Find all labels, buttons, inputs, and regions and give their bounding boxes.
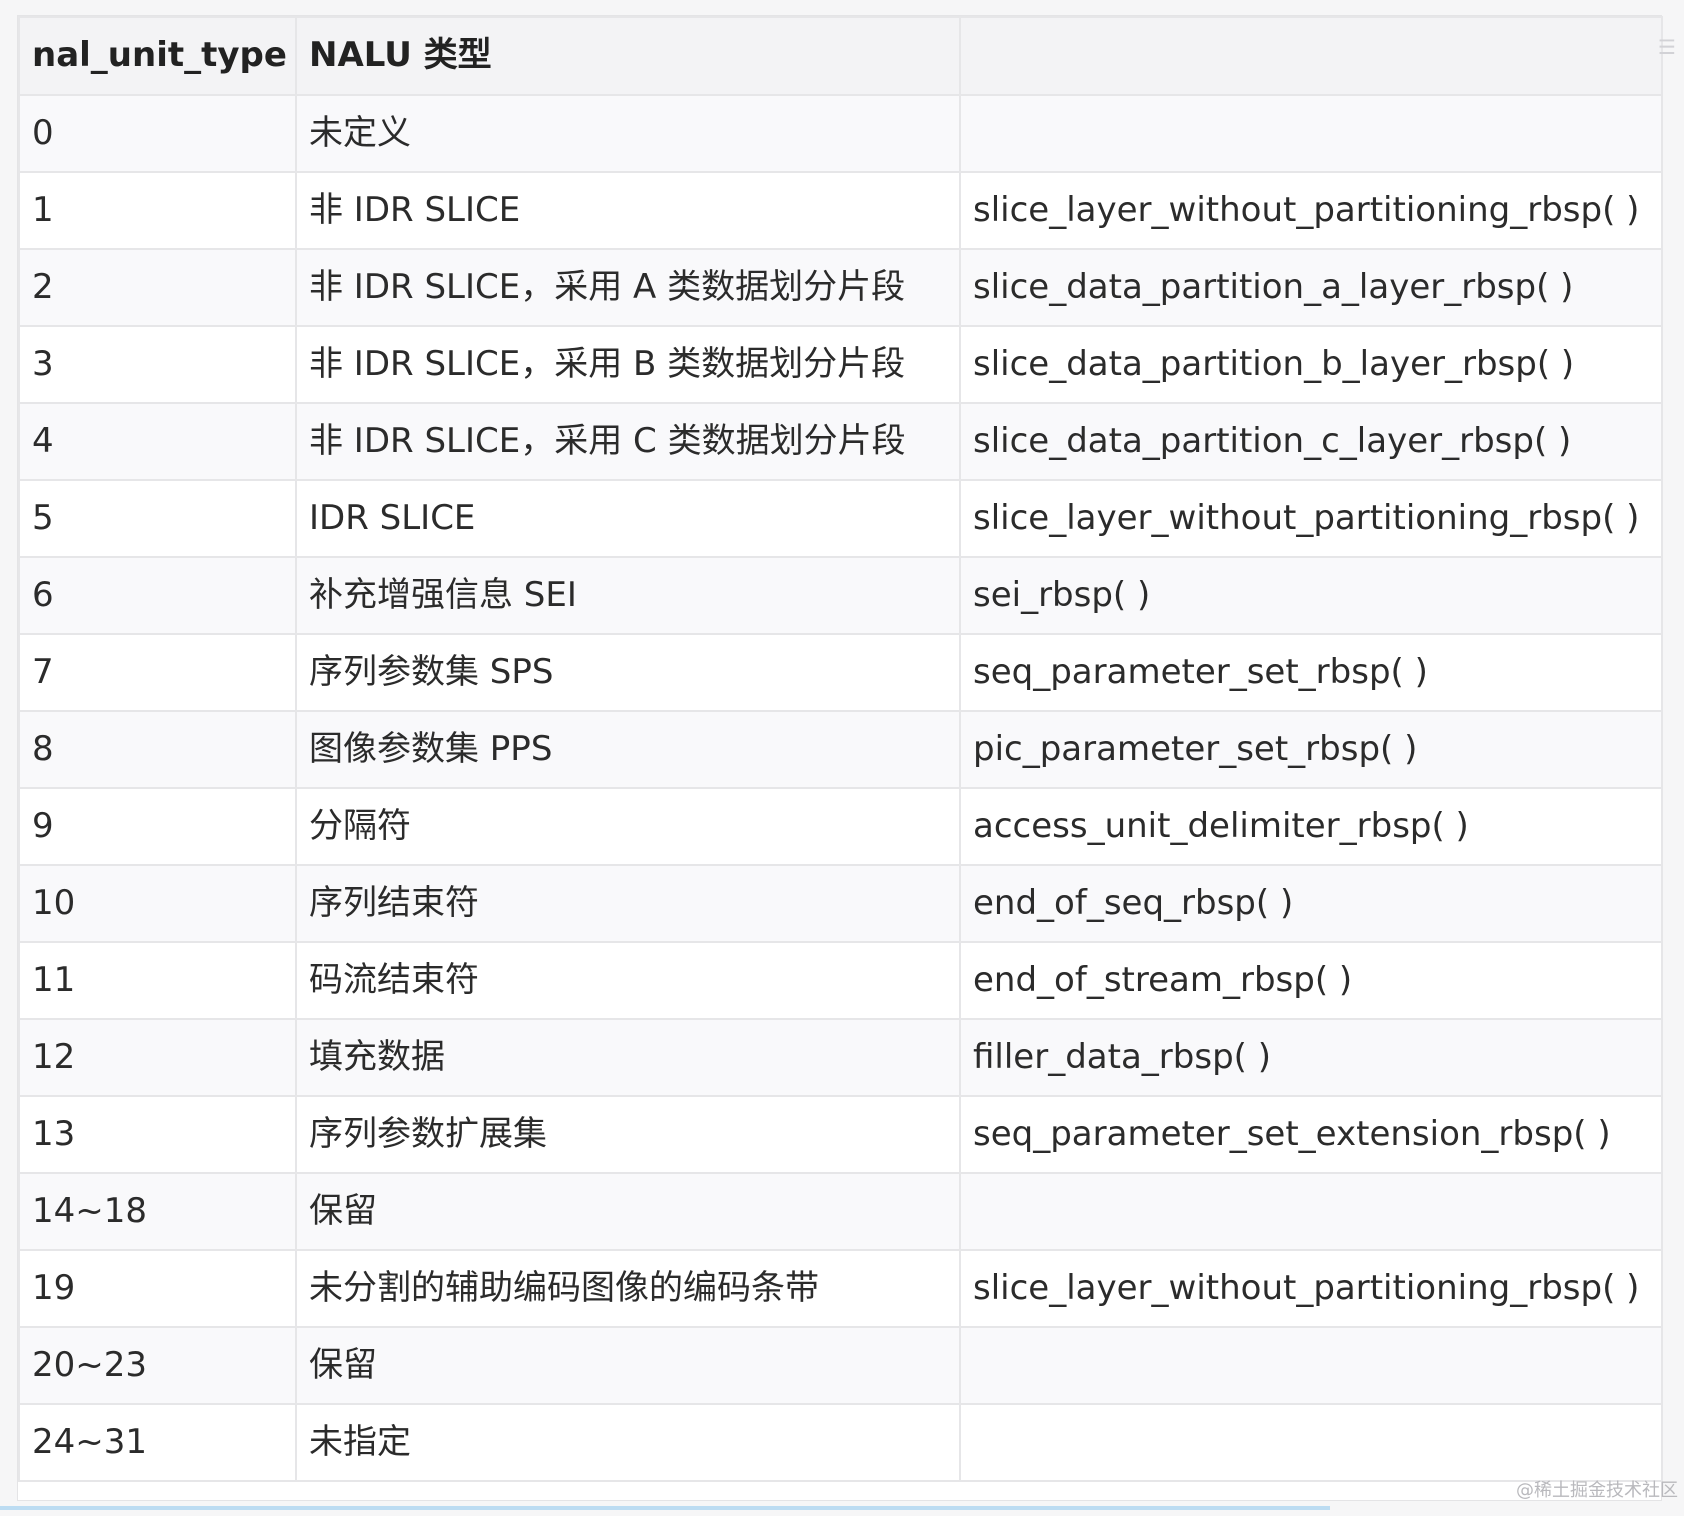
table-row: 24~31 未指定: [18, 1403, 1663, 1482]
cell-rbsp-function: end_of_seq_rbsp( ): [959, 864, 1663, 943]
table-row: 4 非 IDR SLICE，采用 C 类数据划分片段 slice_data_pa…: [18, 402, 1663, 481]
cell-type-name: 未指定: [295, 1403, 961, 1482]
cell-type-value: 12: [18, 1018, 297, 1097]
table-row: 11 码流结束符 end_of_stream_rbsp( ): [18, 941, 1663, 1020]
table-row: 10 序列结束符 end_of_seq_rbsp( ): [18, 864, 1663, 943]
cell-type-value: 24~31: [18, 1403, 297, 1482]
table-row: 20~23 保留: [18, 1326, 1663, 1405]
cell-type-name: 补充增强信息 SEI: [295, 556, 961, 635]
header-nalu-type: NALU 类型: [295, 16, 961, 96]
cell-type-name: 填充数据: [295, 1018, 961, 1097]
cell-type-name: 序列结束符: [295, 864, 961, 943]
cell-rbsp-function: [959, 1172, 1663, 1251]
cell-rbsp-function: slice_layer_without_partitioning_rbsp( ): [959, 171, 1663, 250]
cell-rbsp-function: sei_rbsp( ): [959, 556, 1663, 635]
table-row: 0 未定义: [18, 94, 1663, 173]
table-row: 6 补充增强信息 SEI sei_rbsp( ): [18, 556, 1663, 635]
cell-type-value: 5: [18, 479, 297, 558]
cell-type-value: 6: [18, 556, 297, 635]
cell-rbsp-function: slice_layer_without_partitioning_rbsp( ): [959, 479, 1663, 558]
cell-type-name: 保留: [295, 1326, 961, 1405]
cell-type-name: 保留: [295, 1172, 961, 1251]
cell-type-value: 19: [18, 1249, 297, 1328]
table-row: 2 非 IDR SLICE，采用 A 类数据划分片段 slice_data_pa…: [18, 248, 1663, 327]
cell-rbsp-function: pic_parameter_set_rbsp( ): [959, 710, 1663, 789]
cell-type-name: 非 IDR SLICE，采用 A 类数据划分片段: [295, 248, 961, 327]
cell-rbsp-function: end_of_stream_rbsp( ): [959, 941, 1663, 1020]
cell-rbsp-function: slice_data_partition_c_layer_rbsp( ): [959, 402, 1663, 481]
table-row: 9 分隔符 access_unit_delimiter_rbsp( ): [18, 787, 1663, 866]
cell-type-value: 9: [18, 787, 297, 866]
cell-type-name: 非 IDR SLICE，采用 C 类数据划分片段: [295, 402, 961, 481]
cell-rbsp-function: slice_layer_without_partitioning_rbsp( ): [959, 1249, 1663, 1328]
cell-type-value: 3: [18, 325, 297, 404]
cell-type-value: 20~23: [18, 1326, 297, 1405]
header-nal-unit-type: nal_unit_type: [18, 16, 297, 96]
nalu-type-table-container: nal_unit_type NALU 类型 0 未定义 1 非 IDR SLIC…: [18, 16, 1663, 1500]
cell-type-name: 分隔符: [295, 787, 961, 866]
header-rbsp: [959, 16, 1663, 96]
cell-rbsp-function: [959, 1403, 1663, 1482]
cell-rbsp-function: slice_data_partition_b_layer_rbsp( ): [959, 325, 1663, 404]
cell-type-name: 未定义: [295, 94, 961, 173]
cell-type-name: 序列参数扩展集: [295, 1095, 961, 1174]
cell-type-name: 图像参数集 PPS: [295, 710, 961, 789]
table-header-row: nal_unit_type NALU 类型: [18, 16, 1663, 96]
cell-type-value: 14~18: [18, 1172, 297, 1251]
cell-type-value: 2: [18, 248, 297, 327]
cell-type-value: 1: [18, 171, 297, 250]
table-row: 1 非 IDR SLICE slice_layer_without_partit…: [18, 171, 1663, 250]
cell-rbsp-function: [959, 94, 1663, 173]
cell-rbsp-function: filler_data_rbsp( ): [959, 1018, 1663, 1097]
table-row: 12 填充数据 filler_data_rbsp( ): [18, 1018, 1663, 1097]
cell-type-name: 非 IDR SLICE: [295, 171, 961, 250]
horizontal-scrollbar[interactable]: [0, 1506, 1330, 1510]
table-row: 14~18 保留: [18, 1172, 1663, 1251]
cell-type-name: 码流结束符: [295, 941, 961, 1020]
cell-type-name: 序列参数集 SPS: [295, 633, 961, 712]
cell-type-value: 8: [18, 710, 297, 789]
cell-type-value: 10: [18, 864, 297, 943]
cell-rbsp-function: seq_parameter_set_extension_rbsp( ): [959, 1095, 1663, 1174]
cell-type-value: 0: [18, 94, 297, 173]
cell-type-value: 7: [18, 633, 297, 712]
nalu-type-table: nal_unit_type NALU 类型 0 未定义 1 非 IDR SLIC…: [18, 16, 1663, 1482]
table-row: 5 IDR SLICE slice_layer_without_partitio…: [18, 479, 1663, 558]
table-row: 13 序列参数扩展集 seq_parameter_set_extension_r…: [18, 1095, 1663, 1174]
cell-type-value: 11: [18, 941, 297, 1020]
cell-rbsp-function: [959, 1326, 1663, 1405]
table-row: 8 图像参数集 PPS pic_parameter_set_rbsp( ): [18, 710, 1663, 789]
table-row: 7 序列参数集 SPS seq_parameter_set_rbsp( ): [18, 633, 1663, 712]
cell-rbsp-function: access_unit_delimiter_rbsp( ): [959, 787, 1663, 866]
list-toggle-icon[interactable]: ☰: [1658, 36, 1676, 82]
table-row: 19 未分割的辅助编码图像的编码条带 slice_layer_without_p…: [18, 1249, 1663, 1328]
cell-type-value: 4: [18, 402, 297, 481]
cell-type-name: 未分割的辅助编码图像的编码条带: [295, 1249, 961, 1328]
watermark-text: @稀土掘金技术社区: [1516, 1480, 1678, 1501]
cell-rbsp-function: slice_data_partition_a_layer_rbsp( ): [959, 248, 1663, 327]
table-row: 3 非 IDR SLICE，采用 B 类数据划分片段 slice_data_pa…: [18, 325, 1663, 404]
cell-rbsp-function: seq_parameter_set_rbsp( ): [959, 633, 1663, 712]
cell-type-value: 13: [18, 1095, 297, 1174]
cell-type-name: 非 IDR SLICE，采用 B 类数据划分片段: [295, 325, 961, 404]
cell-type-name: IDR SLICE: [295, 479, 961, 558]
